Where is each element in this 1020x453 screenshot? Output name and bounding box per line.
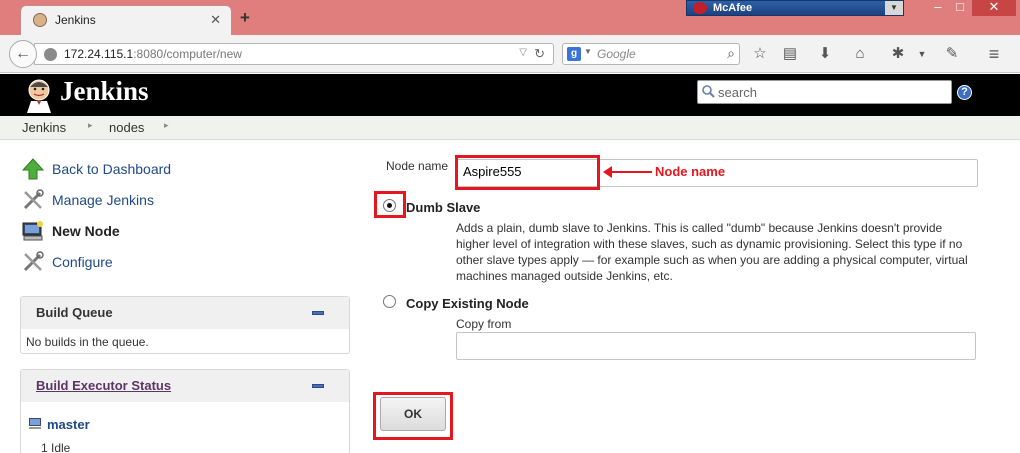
computer-icon (29, 418, 41, 429)
executor-idle-text: 1 Idle (41, 441, 71, 453)
back-arrow-icon: ← (15, 45, 31, 62)
copy-existing-node-radio[interactable] (383, 295, 396, 308)
build-queue-empty-text: No builds in the queue. (26, 335, 149, 349)
collapse-icon[interactable] (312, 384, 324, 388)
dumb-slave-label[interactable]: Dumb Slave (406, 200, 480, 215)
jenkins-title[interactable]: Jenkins (60, 76, 149, 107)
mcafee-logo-icon (693, 2, 707, 14)
build-executor-title[interactable]: Build Executor Status (36, 378, 171, 393)
home-icon[interactable]: ⌂ (850, 44, 870, 64)
addon-edit-icon[interactable]: ✎ (942, 44, 962, 64)
computer-icon (22, 221, 43, 241)
task-label[interactable]: Configure (52, 254, 113, 270)
firebug-icon[interactable]: ✱ (888, 44, 908, 64)
search-icon (702, 85, 715, 98)
new-tab-button[interactable]: + (240, 8, 250, 28)
task-label[interactable]: Back to Dashboard (52, 161, 171, 177)
bookmarks-list-icon[interactable]: ▤ (780, 44, 800, 64)
browser-search-box[interactable]: g ▼ Google ⌕ (562, 43, 740, 65)
collapse-icon[interactable] (312, 311, 324, 315)
build-queue-header: Build Queue (21, 297, 349, 329)
downloads-icon[interactable]: ⬇ (815, 44, 835, 64)
reload-icon[interactable]: ↻ (534, 46, 545, 62)
firebug-dropdown-icon[interactable]: ▼ (912, 44, 932, 64)
search-engine-dropdown-icon[interactable]: ▼ (584, 47, 592, 56)
url-history-dropdown-icon[interactable]: ▽ (519, 47, 527, 58)
maximize-icon[interactable]: □ (950, 0, 970, 16)
browser-tab[interactable]: Jenkins ✕ (20, 5, 232, 35)
url-path: :8080/computer/new (133, 47, 242, 61)
breadcrumb: Jenkins ▸ nodes ▸ (0, 116, 1020, 140)
google-icon: g (567, 47, 581, 61)
copy-from-label: Copy from (456, 317, 512, 331)
annotation-label: Node name (655, 164, 726, 179)
tab-title: Jenkins (55, 13, 96, 27)
mcafee-toolbar[interactable]: McAfee ▼ (686, 0, 904, 16)
wrench-screwdriver-icon (23, 189, 44, 210)
window-close-icon[interactable]: ✕ (972, 0, 1016, 16)
jenkins-search-placeholder: search (718, 85, 758, 100)
breadcrumb-nodes[interactable]: nodes (109, 120, 144, 135)
browser-navbar: 172.24.115.1:8080/computer/new ▽ ↻ ← g ▼… (0, 35, 1020, 73)
build-queue-title: Build Queue (36, 305, 113, 320)
url-host: 172.24.115.1 (64, 47, 134, 61)
tab-close-icon[interactable]: ✕ (210, 12, 221, 28)
jenkins-favicon-icon (33, 13, 47, 27)
search-go-icon[interactable]: ⌕ (727, 45, 735, 62)
up-arrow-icon (22, 158, 44, 180)
copy-existing-node-label[interactable]: Copy Existing Node (406, 296, 529, 311)
ok-highlight-box (373, 392, 453, 440)
breadcrumb-arrow-icon[interactable]: ▸ (164, 120, 169, 131)
menu-icon[interactable]: ≡ (984, 44, 1004, 64)
build-queue-pane: Build Queue No builds in the queue. (20, 296, 350, 354)
node-name-label: Node name (386, 159, 449, 173)
jenkins-search-input[interactable]: search (697, 80, 952, 104)
jenkins-header: Jenkins search ? (0, 74, 1020, 116)
breadcrumb-arrow-icon[interactable]: ▸ (88, 120, 93, 131)
browser-titlebar: Jenkins ✕ + McAfee ▼ – □ ✕ (0, 0, 1020, 35)
help-icon[interactable]: ? (957, 85, 972, 100)
breadcrumb-jenkins[interactable]: Jenkins (22, 120, 66, 135)
copy-from-input[interactable] (456, 332, 976, 360)
task-label[interactable]: New Node (52, 223, 120, 239)
master-node-link[interactable]: master (47, 417, 90, 432)
jenkins-butler-icon[interactable] (22, 77, 56, 113)
node-name-highlight-box (455, 155, 600, 190)
url-text: 172.24.115.1:8080/computer/new (64, 47, 242, 61)
bookmark-star-icon[interactable]: ☆ (750, 44, 770, 64)
dumb-slave-description: Adds a plain, dumb slave to Jenkins. Thi… (456, 221, 968, 283)
mcafee-label: McAfee (713, 2, 753, 14)
mcafee-dropdown-icon[interactable]: ▼ (885, 1, 903, 15)
wrench-screwdriver-icon (23, 251, 44, 272)
task-label[interactable]: Manage Jenkins (52, 192, 154, 208)
globe-icon (44, 48, 57, 61)
minimize-icon[interactable]: – (928, 0, 948, 16)
build-executor-header: Build Executor Status (21, 370, 349, 402)
annotation-arrow-icon (603, 166, 652, 178)
browser-search-placeholder: Google (597, 47, 636, 61)
url-bar[interactable]: 172.24.115.1:8080/computer/new ▽ ↻ (34, 43, 554, 65)
back-button[interactable]: ← (9, 40, 37, 68)
build-executor-pane: Build Executor Status master 1 Idle (20, 369, 350, 453)
dumb-slave-highlight-box (374, 191, 406, 218)
